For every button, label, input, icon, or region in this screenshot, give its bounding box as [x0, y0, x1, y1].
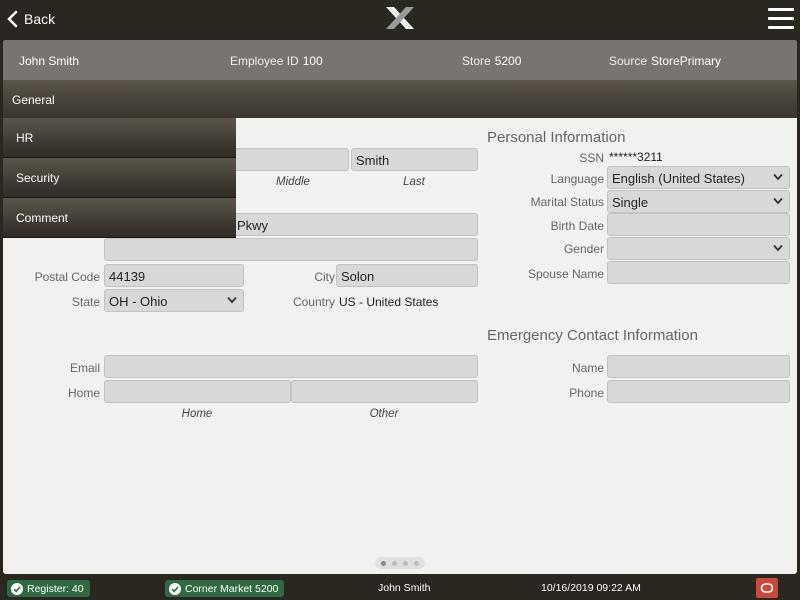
gender-label: Gender [563, 242, 604, 256]
emergency-name-input[interactable] [607, 355, 790, 378]
personal-info-title: Personal Information [487, 129, 626, 146]
email-label: Email [69, 361, 100, 375]
employee-id-value: 100 [302, 54, 323, 68]
top-bar: Back [0, 0, 800, 38]
main-frame: John Smith Employee ID 100 Store 5200 Sour… [3, 40, 797, 574]
employee-info-bar: John Smith Employee ID 100 Store 5200 Sour… [3, 40, 797, 80]
postal-code-label: Postal Code [34, 270, 100, 284]
home-phone-label: Home [67, 386, 100, 400]
check-circle-icon [169, 582, 181, 595]
status-bar: Register: 40 Corner Market 5200 John Smi… [0, 576, 800, 600]
chevron-left-icon [7, 10, 18, 28]
chevron-down-icon [773, 173, 783, 181]
check-circle-icon [11, 582, 23, 595]
ssn-label: SSN [579, 151, 604, 165]
tab-menu: HR Security Comment [3, 118, 236, 238]
language-value: English (United States) [612, 171, 745, 186]
x-logo-icon [386, 7, 414, 29]
back-label: Back [24, 11, 56, 27]
page-dot[interactable] [414, 560, 419, 566]
home-sublabel: Home [181, 408, 213, 420]
current-user: John Smith [378, 582, 431, 594]
employee-name: John Smith [19, 54, 80, 68]
city-label: City [314, 270, 335, 284]
home-phone-input[interactable] [104, 380, 291, 403]
page-dot[interactable] [392, 560, 397, 566]
date-time: 10/16/2019 09:22 AM [541, 582, 641, 594]
middle-name-input[interactable] [233, 148, 349, 171]
state-value: OH - Ohio [109, 294, 168, 309]
page-indicator [375, 557, 425, 569]
tab-comment[interactable]: Comment [3, 198, 236, 238]
tab-general[interactable]: General [3, 80, 797, 118]
address-line1-input[interactable]: Pkwy [233, 213, 478, 236]
birth-date-input[interactable] [607, 213, 790, 236]
other-phone-input[interactable] [291, 380, 478, 403]
spouse-name-label: Spouse Name [527, 267, 604, 281]
state-select[interactable]: OH - Ohio [104, 289, 244, 312]
register-badge: Register: 40 [7, 580, 90, 597]
store-text: Corner Market 5200 [185, 582, 279, 595]
country-label: Country [292, 295, 335, 309]
store-info: Store 5200 [462, 54, 521, 68]
other-sublabel: Other [369, 408, 399, 420]
last-name-input[interactable]: Smith [351, 148, 478, 171]
chevron-down-icon [773, 197, 783, 205]
country-value: US - United States [339, 295, 439, 309]
city-input[interactable]: Solon [336, 264, 478, 287]
gender-select[interactable] [607, 237, 790, 260]
ssn-value: ******3211 [609, 150, 663, 164]
marital-status-select[interactable]: Single [607, 190, 790, 213]
page-dot[interactable] [403, 560, 408, 566]
middle-label: Middle [276, 176, 310, 188]
back-button[interactable]: Back [6, 8, 55, 30]
emergency-phone-input[interactable] [607, 380, 790, 403]
register-text: Register: 40 [27, 582, 84, 595]
chevron-down-icon [227, 296, 237, 304]
store-badge: Corner Market 5200 [165, 580, 285, 597]
last-label: Last [403, 176, 425, 188]
source-info: Source StorePrimary [609, 54, 721, 68]
oracle-icon [760, 583, 774, 593]
store-label: Store [462, 54, 491, 68]
marital-status-value: Single [612, 195, 649, 210]
page-dot[interactable] [381, 560, 386, 566]
oracle-power-button[interactable] [756, 578, 778, 598]
birth-date-label: Birth Date [550, 219, 604, 233]
address-line2-input[interactable] [104, 238, 478, 261]
postal-code-input[interactable]: 44139 [104, 264, 244, 287]
emergency-contact-title: Emergency Contact Information [487, 327, 698, 344]
language-label: Language [550, 172, 604, 186]
tab-hr[interactable]: HR [3, 118, 236, 158]
employee-id-label: Employee ID [230, 54, 299, 68]
tab-security[interactable]: Security [3, 158, 236, 198]
marital-status-label: Marital Status [530, 195, 604, 209]
employee-id: Employee ID 100 [230, 54, 323, 68]
source-value: StorePrimary [651, 54, 722, 68]
email-input[interactable] [104, 355, 478, 378]
emergency-phone-label: Phone [569, 386, 604, 400]
source-label: Source [609, 54, 648, 68]
store-value: 5200 [494, 54, 522, 68]
state-label: State [71, 295, 100, 309]
emergency-name-label: Name [571, 361, 604, 375]
chevron-down-icon [773, 244, 783, 252]
hamburger-icon[interactable] [768, 8, 794, 30]
language-select[interactable]: English (United States) [607, 166, 790, 189]
spouse-name-input[interactable] [607, 261, 790, 284]
